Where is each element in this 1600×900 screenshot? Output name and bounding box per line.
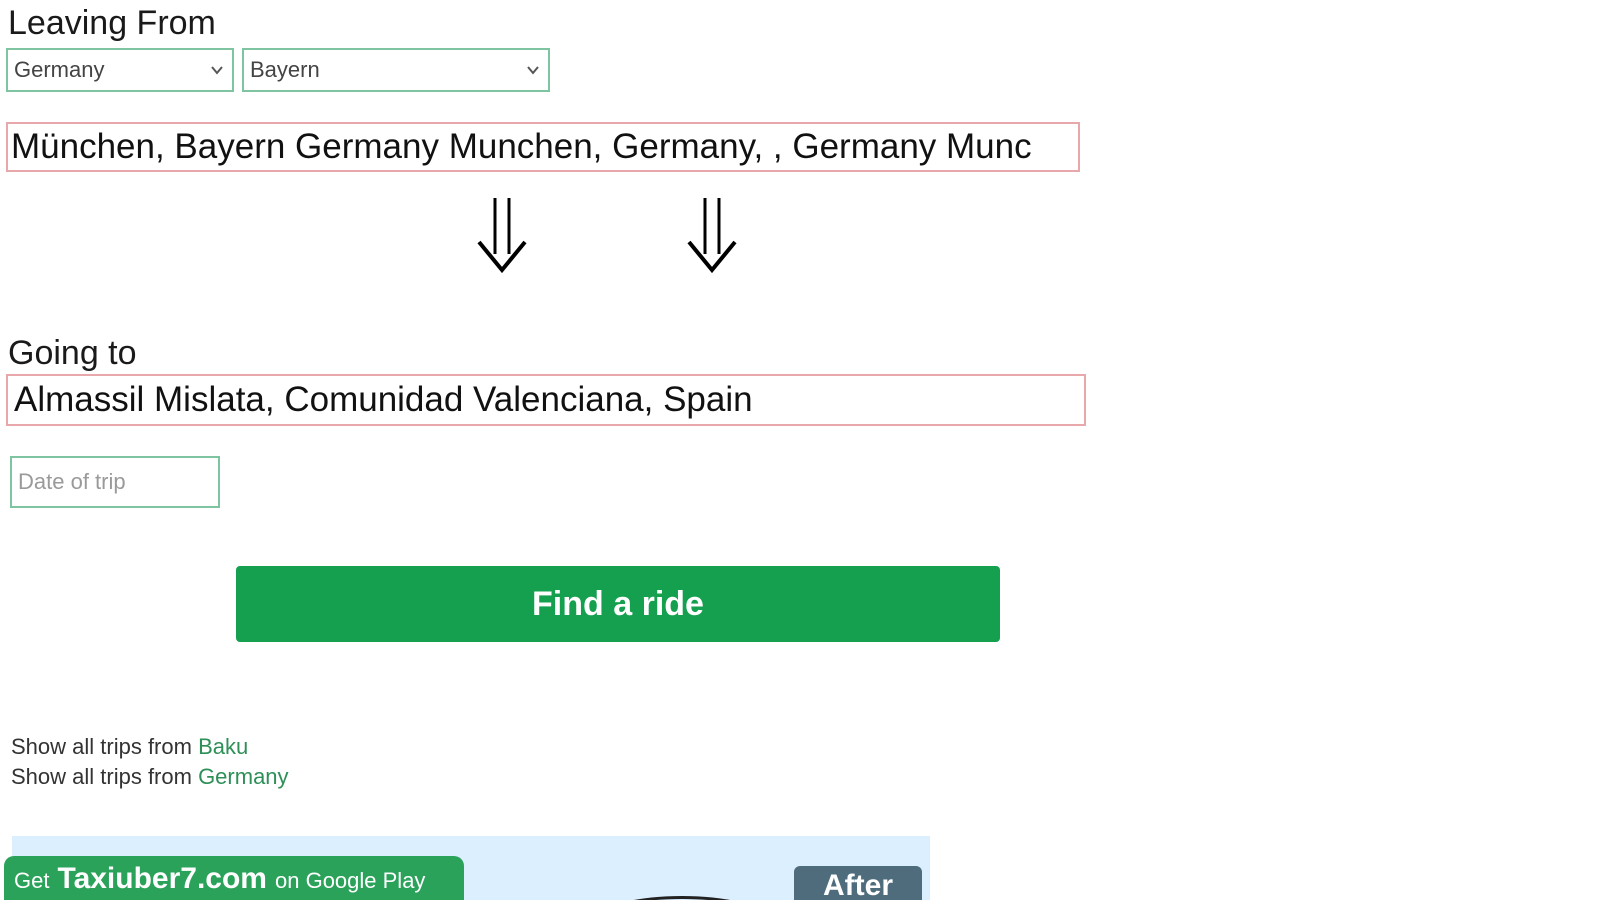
badge-site-text: Taxiuber7.com	[57, 862, 267, 895]
find-a-ride-button[interactable]: Find a ride	[236, 566, 1000, 642]
going-to-heading: Going to	[8, 334, 137, 372]
trips-link-germany[interactable]: Germany	[198, 764, 288, 789]
chevron-down-icon	[527, 66, 539, 75]
date-of-trip-placeholder: Date of trip	[18, 469, 126, 494]
going-to-input[interactable]: Almassil Mislata, Comunidad Valenciana, …	[6, 374, 1086, 426]
country-select-value: Germany	[14, 57, 105, 82]
badge-on-google-play-text: on Google Play	[275, 868, 426, 893]
banner-graphic	[602, 896, 762, 900]
after-button[interactable]: After	[794, 866, 922, 900]
badge-get-text: Get	[14, 868, 50, 893]
show-trips-line: Show all trips from Germany	[11, 764, 289, 790]
show-trips-prefix: Show all trips from	[11, 764, 199, 789]
region-select-value: Bayern	[250, 57, 320, 82]
show-trips-line: Show all trips from Baku	[11, 734, 248, 760]
google-play-badge[interactable]: Get Taxiuber7.com on Google Play	[4, 856, 464, 900]
region-select[interactable]: Bayern	[242, 48, 550, 92]
leaving-from-value: München, Bayern Germany Munchen, Germany…	[11, 127, 1032, 166]
country-select[interactable]: Germany	[6, 48, 234, 92]
trips-link-baku[interactable]: Baku	[198, 734, 248, 759]
going-to-value: Almassil Mislata, Comunidad Valenciana, …	[14, 380, 753, 419]
page: Leaving From Germany Bayern München, Bay…	[0, 0, 1600, 900]
double-down-arrow-icon	[477, 198, 527, 274]
show-trips-prefix: Show all trips from	[11, 734, 199, 759]
leaving-from-heading: Leaving From	[8, 4, 216, 42]
double-down-arrow-icon	[687, 198, 737, 274]
leaving-from-input[interactable]: München, Bayern Germany Munchen, Germany…	[6, 122, 1080, 172]
chevron-down-icon	[211, 66, 223, 75]
date-of-trip-input[interactable]: Date of trip	[10, 456, 220, 508]
